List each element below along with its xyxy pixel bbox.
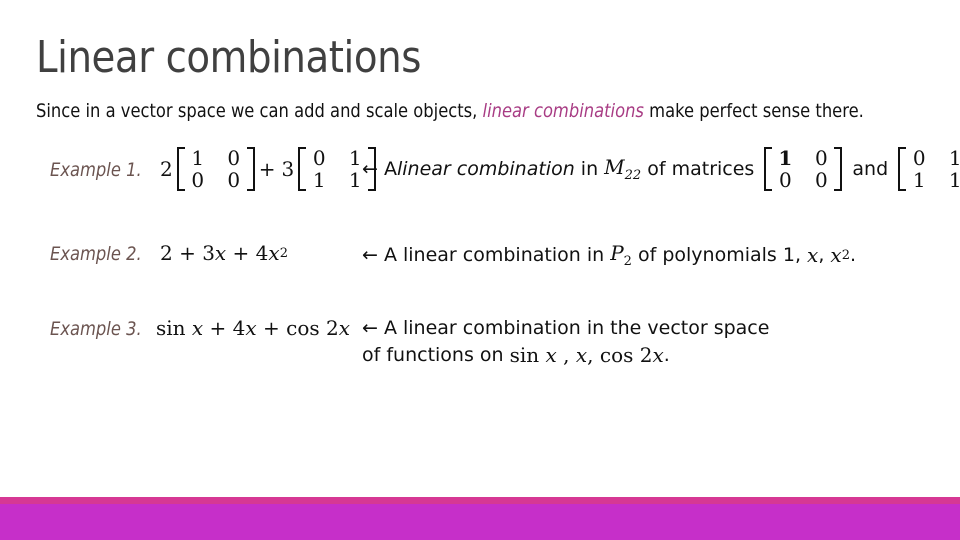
example-3-description-line1: ← A linear combination in the vector spa…: [362, 317, 769, 339]
desc-text: of matrices: [641, 158, 761, 180]
footer-accent-strip: [0, 497, 960, 504]
left-bracket: [898, 147, 907, 191]
matrix-cell: 0: [227, 168, 241, 192]
matrix-cell: 0: [191, 168, 205, 192]
matrix-cell: 0: [815, 146, 828, 170]
matrix-cell: 1: [191, 146, 205, 170]
matrix-a: 1 0 0 0: [764, 146, 843, 192]
left-arrow-icon: ←: [362, 244, 378, 266]
matrix-cell: 0: [779, 168, 792, 192]
left-arrow-icon: ←: [362, 317, 378, 339]
intro-emphasis: linear combinations: [482, 100, 644, 122]
example-2-label: Example 2.: [50, 243, 142, 265]
desc-text: A: [383, 158, 397, 180]
right-bracket: [834, 147, 843, 191]
space-symbol: M22: [604, 155, 642, 183]
matrix-cell: 1: [948, 168, 960, 192]
coef-2: 3: [281, 157, 295, 181]
matrix-1: 1 0 0 0: [176, 146, 255, 192]
intro-before: Since in a vector space we can add and s…: [36, 100, 483, 122]
matrix-cell: 0: [312, 146, 326, 170]
slide-title: Linear combinations: [36, 32, 421, 83]
space-symbol: P2: [610, 241, 632, 269]
left-arrow-icon: ←: [362, 158, 378, 180]
desc-text: and: [846, 158, 895, 180]
matrix-cell: 0: [227, 146, 241, 170]
example-3-label: Example 3.: [50, 318, 142, 340]
matrix-cell: 0: [815, 168, 828, 192]
matrix-cell: 1: [312, 168, 326, 192]
matrix-cell: 0: [912, 146, 926, 170]
right-bracket: [246, 147, 255, 191]
desc-text: A linear combination in: [377, 244, 611, 266]
matrix-b: 0 1 1 1: [898, 147, 960, 191]
desc-emphasis: linear combination: [396, 158, 575, 180]
matrix-cell: 1: [778, 146, 793, 170]
desc-text: in: [574, 158, 605, 180]
example-1-expression: 2 1 0 0 0 + 3 0 1 1 1: [160, 147, 380, 191]
coef-1: 2: [160, 157, 173, 181]
example-3-expression: sin x + 4x + cos 2x: [156, 316, 351, 340]
intro-after: make perfect sense there.: [643, 100, 864, 122]
matrix-cell: 1: [912, 168, 926, 192]
matrix-cell: 1: [948, 146, 960, 170]
plus-sign: +: [258, 157, 276, 181]
left-bracket: [176, 147, 185, 191]
example-1-description: ← A linear combination in M22 of matrice…: [362, 147, 960, 191]
left-bracket: [764, 147, 773, 191]
desc-text: of functions on: [362, 344, 510, 366]
example-2-expression: 2 + 3x + 4x2: [160, 241, 288, 265]
footer-band: [0, 497, 960, 540]
left-bracket: [298, 147, 307, 191]
example-1-label: Example 1.: [50, 159, 142, 181]
example-2-description: ← A linear combination in P2 of polynomi…: [362, 241, 857, 269]
desc-text: A linear combination in the vector space: [377, 317, 770, 339]
intro-text: Since in a vector space we can add and s…: [36, 100, 864, 122]
desc-text: of polynomials 1,: [631, 244, 808, 266]
example-3-description-line2: of functions on sin x , x, cos 2x.: [362, 343, 670, 367]
